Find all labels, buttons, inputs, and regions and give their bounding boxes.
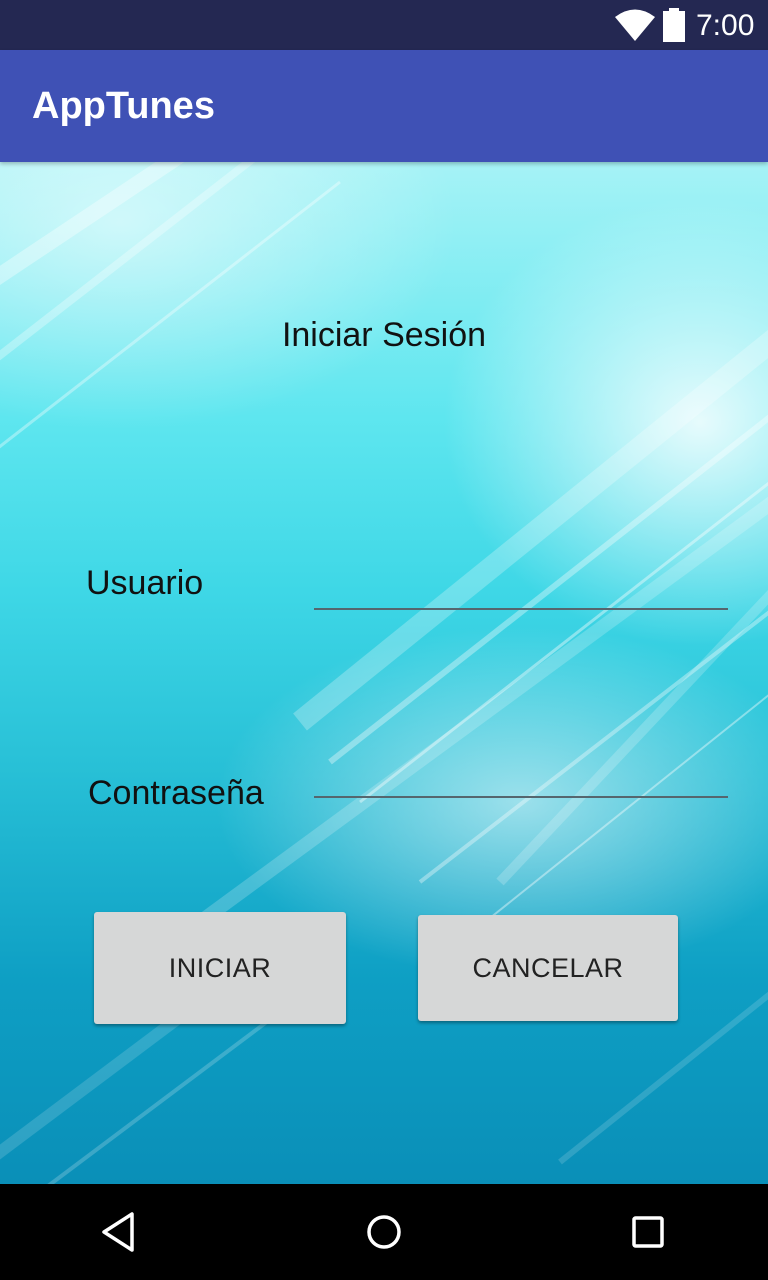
password-label: Contraseña — [88, 774, 264, 812]
password-input[interactable] — [314, 754, 728, 798]
battery-icon — [663, 8, 685, 42]
app-bar: AppTunes — [0, 50, 768, 162]
username-input[interactable] — [314, 566, 728, 610]
login-title: Iniciar Sesión — [281, 316, 487, 354]
navigation-bar — [0, 1184, 768, 1280]
username-label: Usuario — [86, 564, 204, 602]
back-icon[interactable] — [96, 1208, 144, 1256]
app-title: AppTunes — [32, 85, 215, 127]
status-bar: 7:00 — [0, 0, 768, 50]
login-button[interactable]: INICIAR — [94, 912, 346, 1024]
home-icon[interactable] — [360, 1208, 408, 1256]
login-screen: Iniciar Sesión Usuario Contraseña INICIA… — [0, 162, 768, 1184]
wifi-icon — [615, 9, 655, 41]
status-time: 7:00 — [696, 9, 755, 42]
cancel-button[interactable]: CANCELAR — [418, 915, 678, 1021]
recents-icon[interactable] — [624, 1208, 672, 1256]
